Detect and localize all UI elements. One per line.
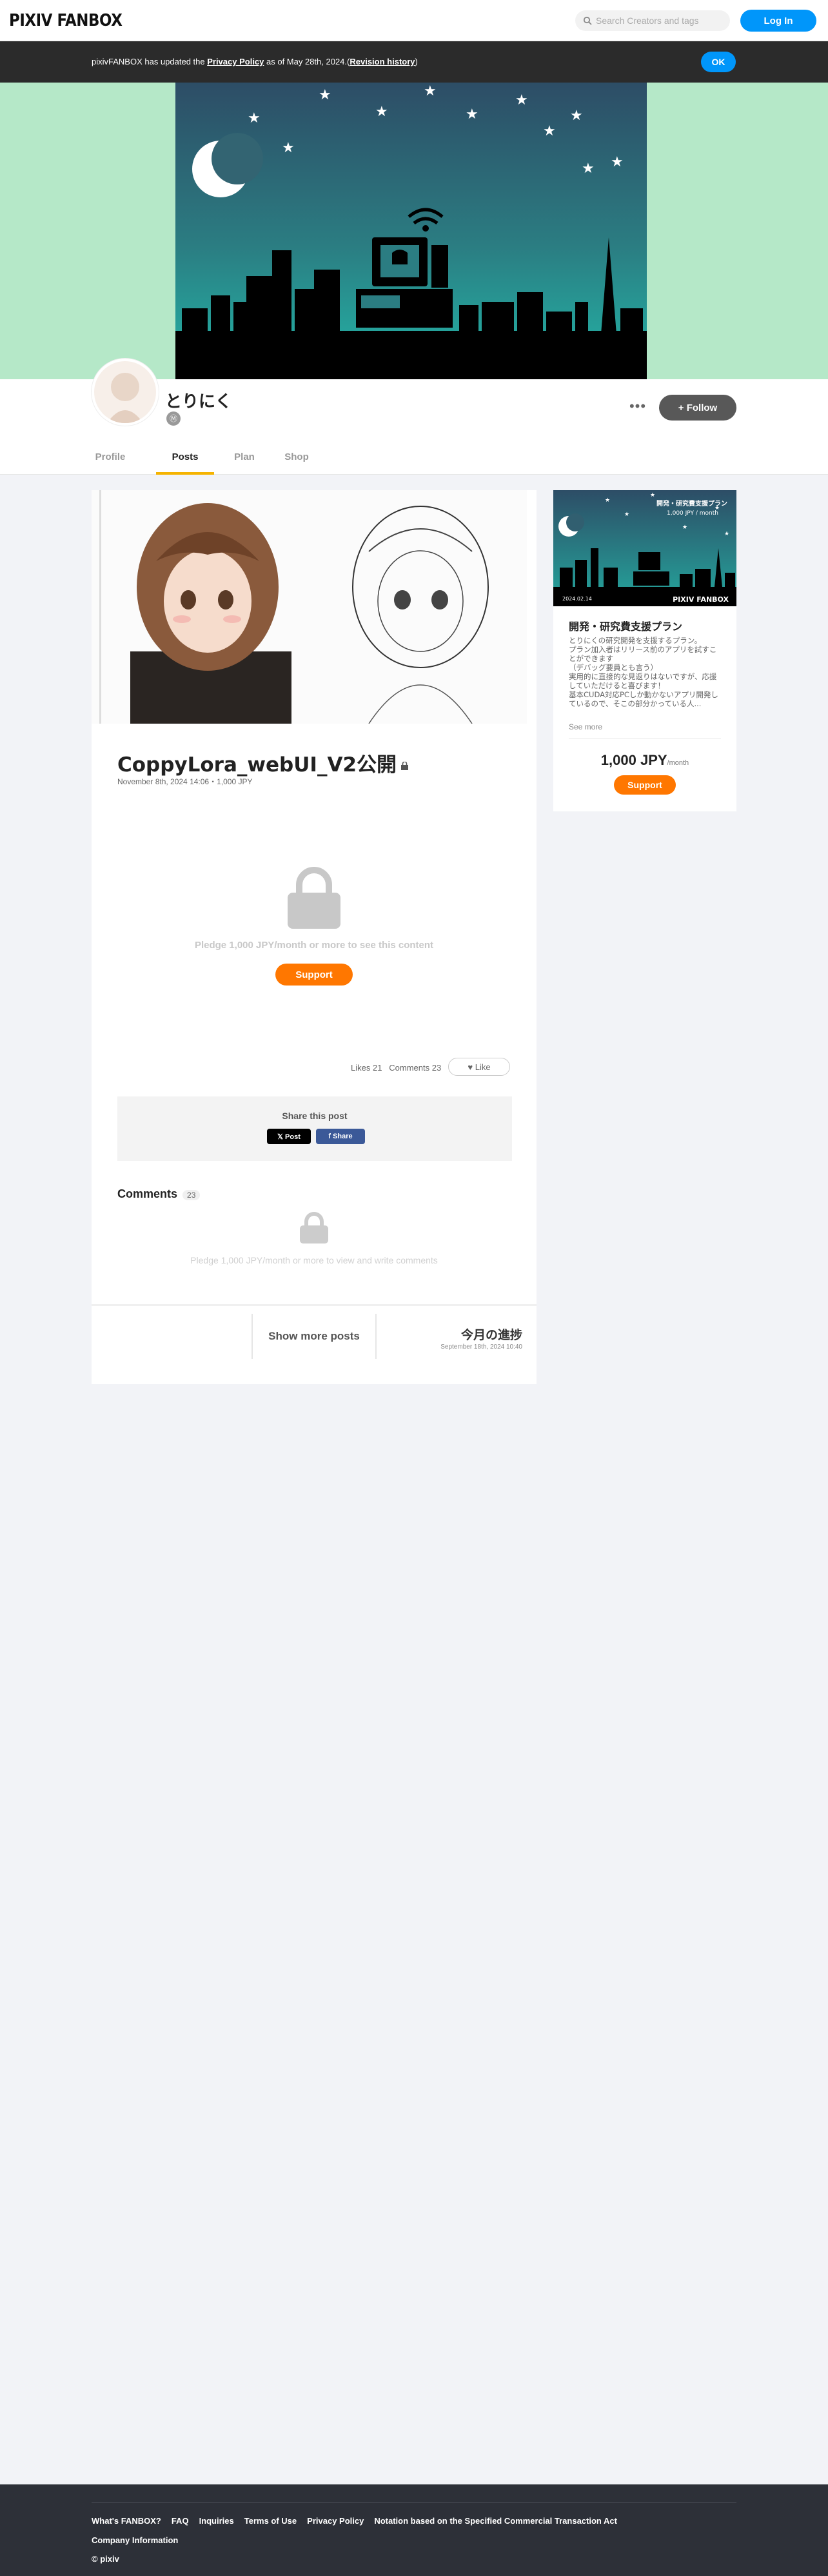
tab-shop[interactable]: Shop <box>280 449 313 475</box>
svg-text:★: ★ <box>650 492 655 499</box>
creator-name[interactable]: とりにく <box>165 388 232 412</box>
post-navigation: Show more posts 今月の進捗 September 18th, 20… <box>92 1304 537 1384</box>
tab-plan[interactable]: Plan <box>228 449 261 475</box>
like-label: Like <box>475 1062 491 1072</box>
footer-divider <box>92 2502 736 2503</box>
plan-title: 開発・研究費支援プラン <box>569 620 683 633</box>
login-button[interactable]: Log In <box>740 10 816 32</box>
share-title: Share this post <box>282 1111 348 1121</box>
footer-link-company[interactable]: Company Information <box>92 2535 178 2545</box>
footer-link-terms[interactable]: Terms of Use <box>244 2516 297 2526</box>
revision-history-link[interactable]: Revision history <box>350 57 415 66</box>
notice-suffix: ) <box>415 57 418 66</box>
search-box[interactable] <box>575 10 730 31</box>
tab-posts[interactable]: Posts <box>156 449 214 475</box>
plan-card: ★ ★ ★ ★ ★ ★ 開発・研究費支援プラン 1,000 JPY / month 202… <box>553 490 736 811</box>
plan-banner-brand: PIXIV FANBOX <box>673 595 729 604</box>
comments-heading: Comments 23 <box>117 1187 201 1201</box>
notice-text: pixivFANBOX has updated the Privacy Poli… <box>92 57 418 66</box>
share-box: Share this post 𝕏 Post f Share <box>117 1096 512 1161</box>
see-more-link[interactable]: See more <box>569 722 602 731</box>
plan-banner-price: 1,000 JPY / month <box>667 510 718 517</box>
footer-link-inquiries[interactable]: Inquiries <box>199 2516 234 2526</box>
footer-link-commercial-transactions[interactable]: Notation based on the Specified Commerci… <box>374 2516 617 2526</box>
svg-text:★: ★ <box>543 123 556 139</box>
notice-middle: as of May 28th, 2024.( <box>264 57 350 66</box>
fanbox-logo[interactable]: PIXIV FANBOX <box>9 11 123 30</box>
plan-price-unit: /month <box>667 759 689 767</box>
footer-link-privacy[interactable]: Privacy Policy <box>307 2516 364 2526</box>
next-post-title[interactable]: 今月の進捗 <box>461 1325 522 1343</box>
notice-ok-button[interactable]: OK <box>701 52 736 72</box>
search-input[interactable] <box>596 10 725 31</box>
plan-description: とりにくの研究開発を支援するプラン。 プラン加入者はリリース前のアプリを試すこと… <box>569 636 718 708</box>
support-button[interactable]: Support <box>275 964 353 986</box>
footer: What's FANBOX? FAQ Inquiries Terms of Use Pr… <box>0 2484 828 2576</box>
privacy-policy-link[interactable]: Privacy Policy <box>207 57 264 66</box>
notice-prefix: pixivFANBOX has updated the <box>92 57 208 66</box>
comments-badge: 23 <box>182 1190 201 1200</box>
svg-text:★: ★ <box>624 511 629 518</box>
comments-pledge-message: Pledge 1,000 JPY/month or more to view a… <box>190 1255 438 1265</box>
post-title: CoppyLora_webUI_V2公開 <box>117 748 409 777</box>
top-navbar: PIXIV FANBOX Log In <box>0 0 828 41</box>
copyright: © pixiv <box>92 2554 119 2564</box>
svg-text:★: ★ <box>248 110 261 126</box>
footer-links: What's FANBOX? FAQ Inquiries Terms of Use Pr… <box>92 2515 736 2554</box>
tab-profile[interactable]: Profile <box>92 449 129 475</box>
locked-content-icon <box>288 867 340 929</box>
svg-text:★: ★ <box>515 92 528 108</box>
more-options-button[interactable]: ••• <box>627 399 649 418</box>
footer-link-whats-fanbox[interactable]: What's FANBOX? <box>92 2516 161 2526</box>
comments-lock-icon <box>300 1212 328 1243</box>
share-facebook-button[interactable]: f Share <box>316 1129 365 1144</box>
svg-text:★: ★ <box>682 524 687 531</box>
post-title-text: CoppyLora_webUI_V2公開 <box>117 753 397 777</box>
svg-text:★: ★ <box>724 531 729 537</box>
footer-link-faq[interactable]: FAQ <box>172 2516 189 2526</box>
heart-icon: ♥ <box>468 1062 473 1072</box>
svg-text:★: ★ <box>282 140 295 156</box>
plan-price: 1,000 JPY/month <box>553 752 736 769</box>
svg-text:★: ★ <box>605 497 610 504</box>
svg-text:★: ★ <box>319 87 331 103</box>
svg-text:★: ★ <box>582 161 595 177</box>
svg-text:★: ★ <box>375 104 388 120</box>
post-card: CoppyLora_webUI_V2公開 November 8th, 2024 … <box>92 490 537 1384</box>
svg-text:★: ★ <box>424 83 437 99</box>
search-icon <box>583 16 592 25</box>
follow-button[interactable]: + Follow <box>659 395 736 421</box>
creator-avatar[interactable] <box>92 359 159 426</box>
comments-heading-text: Comments <box>117 1187 178 1200</box>
show-more-posts-button[interactable]: Show more posts <box>251 1314 377 1359</box>
cover-image: ★ ★ ★ ★ ★ ★ ★ ★ ★ ★ ★ <box>175 83 647 379</box>
svg-text:★: ★ <box>611 154 624 170</box>
svg-text:★: ★ <box>466 106 478 123</box>
avatar-illustration <box>94 361 156 423</box>
pledge-message: Pledge 1,000 JPY/month or more to see th… <box>194 940 434 951</box>
post-stats: Likes 21 Comments 23 <box>351 1063 441 1073</box>
plan-banner-image: ★★★★★★ 開発・研究費支援プラン 1,000 JPY / month 202… <box>553 490 736 606</box>
comments-count[interactable]: Comments 23 <box>389 1063 441 1073</box>
likes-count: Likes 21 <box>351 1063 382 1073</box>
plan-support-button[interactable]: Support <box>614 775 676 795</box>
privacy-notice-banner: pixivFANBOX has updated the Privacy Poli… <box>0 41 828 83</box>
plan-banner-date: 2024.02.14 <box>562 596 592 602</box>
post-thumbnail[interactable] <box>92 490 537 724</box>
lock-icon <box>401 762 409 770</box>
creator-badge-icon: Ⓜ <box>166 411 181 426</box>
share-x-button[interactable]: 𝕏 Post <box>267 1129 311 1144</box>
next-post-date: September 18th, 2024 10:40 <box>440 1343 522 1351</box>
like-button[interactable]: ♥ Like <box>448 1058 510 1076</box>
plan-price-value: 1,000 JPY <box>600 752 667 768</box>
post-meta: November 8th, 2024 14:06・1,000 JPY <box>117 777 253 786</box>
plan-banner-title: 開発・研究費支援プラン <box>656 499 727 508</box>
svg-text:★: ★ <box>570 108 583 124</box>
